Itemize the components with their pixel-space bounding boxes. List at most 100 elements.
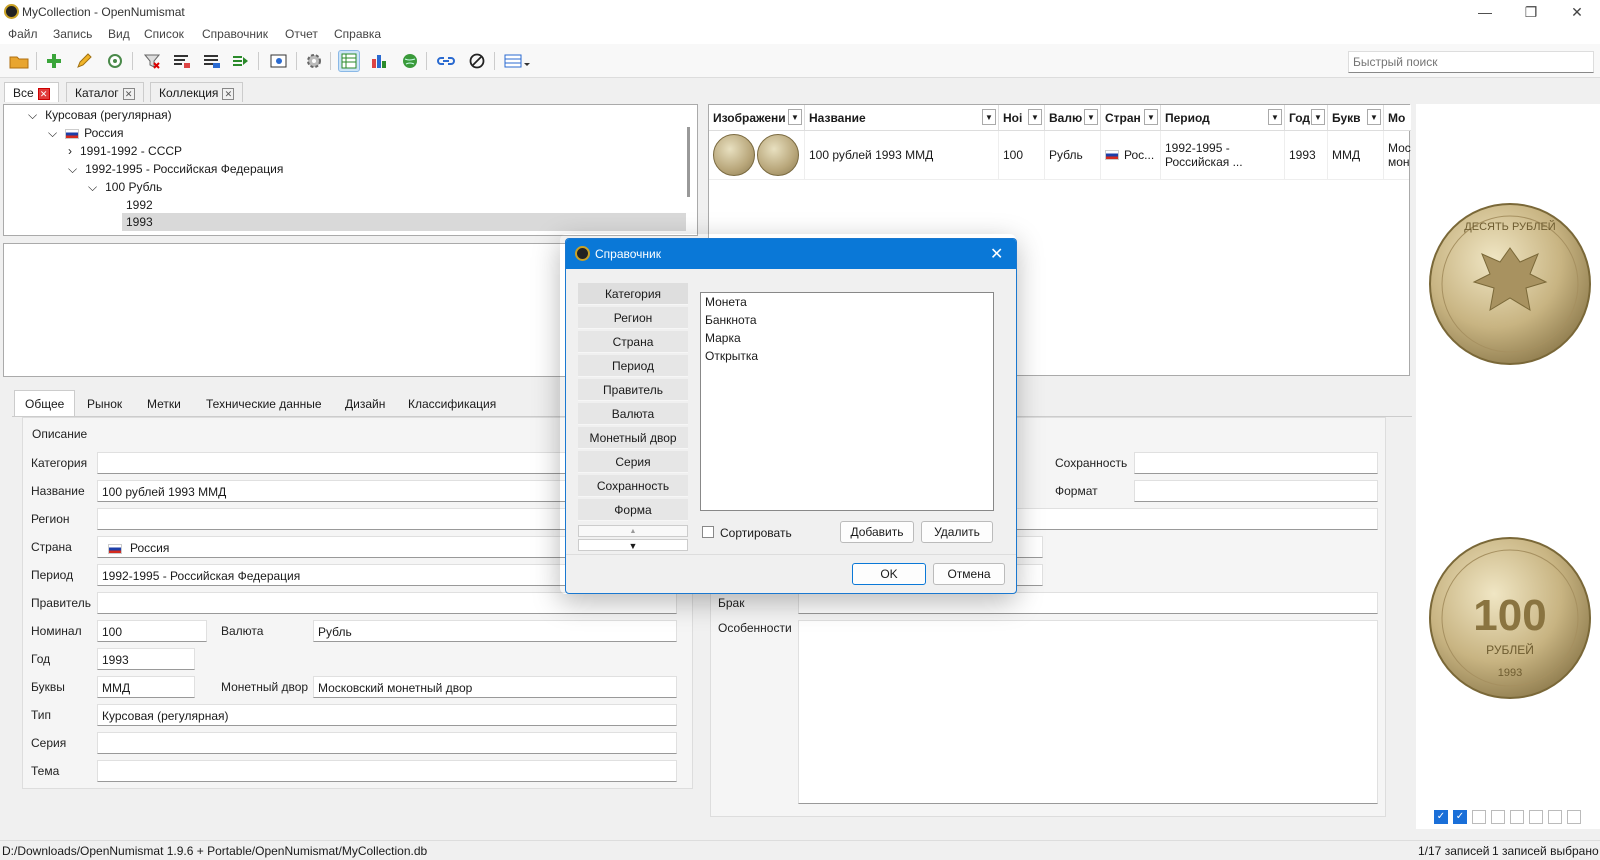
theme-field[interactable]	[97, 760, 677, 782]
coin-reverse-image[interactable]: 100 РУБЛЕЙ 1993	[1426, 534, 1594, 702]
tree-node-country[interactable]: ⌵ Россия	[48, 126, 123, 141]
tab-all[interactable]: Все ✕	[4, 82, 59, 102]
add-button[interactable]: Добавить	[840, 521, 914, 543]
chevron-down-icon[interactable]: ▼	[1367, 109, 1381, 125]
dialog-category-item[interactable]: Форма	[578, 499, 688, 521]
reference-items-list[interactable]: Монета Банкнота Марка Открытка	[700, 292, 994, 511]
table-cell-mint[interactable]: Мос мон	[1384, 131, 1411, 179]
menu-list[interactable]: Список	[144, 27, 184, 41]
columns-dropdown-icon[interactable]	[503, 50, 533, 72]
scroll-up-button[interactable]: ▲	[578, 525, 688, 537]
tree-node-year[interactable]: 1992	[126, 198, 153, 212]
image-checkbox[interactable]: ✓	[1453, 810, 1467, 824]
tab-technical[interactable]: Технические данные	[195, 390, 333, 416]
minimize-button[interactable]: —	[1462, 2, 1508, 22]
image-checkbox[interactable]: ✓	[1434, 810, 1448, 824]
close-icon[interactable]: ✕	[990, 244, 1003, 264]
tab-classification[interactable]: Классификация	[397, 390, 507, 416]
chevron-down-icon[interactable]: ▼	[1084, 109, 1098, 125]
chevron-down-icon[interactable]: ▼	[1268, 109, 1282, 125]
scroll-down-button[interactable]: ▼	[578, 539, 688, 551]
table-cell-value[interactable]: 100	[999, 131, 1045, 179]
chevron-down-icon[interactable]: ⌵	[28, 108, 37, 122]
table-cell-title[interactable]: 100 рублей 1993 ММД	[805, 131, 999, 179]
list-item[interactable]: Открытка	[701, 347, 993, 365]
sort-list-icon[interactable]	[171, 50, 193, 72]
menu-report[interactable]: Отчет	[285, 27, 318, 41]
grade-field[interactable]	[1134, 452, 1378, 474]
chevron-down-icon[interactable]: ⌵	[68, 162, 77, 176]
tree-node-value[interactable]: ⌵ 100 Рубль	[88, 180, 162, 195]
tab-tags[interactable]: Метки	[136, 390, 192, 416]
quick-search-input[interactable]	[1348, 51, 1594, 73]
chevron-down-icon[interactable]: ▼	[1144, 109, 1158, 125]
dialog-category-item[interactable]: Период	[578, 355, 688, 377]
close-tab-icon[interactable]: ✕	[122, 87, 135, 100]
globe-icon[interactable]	[399, 50, 421, 72]
no-sign-icon[interactable]	[466, 50, 488, 72]
column-header-currency[interactable]: Валю ▼	[1045, 105, 1101, 131]
image-checkbox[interactable]	[1510, 810, 1524, 824]
ruler-field[interactable]	[97, 592, 677, 614]
defect-field[interactable]	[798, 592, 1378, 614]
chevron-down-icon[interactable]: ▼	[1028, 109, 1042, 125]
export-icon[interactable]	[230, 50, 252, 72]
tab-general[interactable]: Общее	[14, 390, 76, 416]
column-header-year[interactable]: Год ▼	[1285, 105, 1328, 131]
table-cell-currency[interactable]: Рубль	[1045, 131, 1101, 179]
tree-scrollbar[interactable]	[687, 127, 690, 197]
tab-design[interactable]: Дизайн	[334, 390, 396, 416]
menu-reference[interactable]: Справочник	[202, 27, 268, 41]
format-field[interactable]	[1134, 480, 1378, 502]
menu-file[interactable]: Файл	[8, 27, 38, 41]
chevron-down-icon[interactable]: ▼	[982, 109, 996, 125]
table-cell-year[interactable]: 1993	[1285, 131, 1328, 179]
menu-help[interactable]: Справка	[334, 27, 381, 41]
tree-node-period[interactable]: › 1991-1992 - СССР	[68, 144, 182, 158]
dialog-category-item[interactable]: Страна	[578, 331, 688, 353]
maximize-button[interactable]: ❐	[1508, 2, 1554, 22]
coin-obverse-image[interactable]: ДЕСЯТЬ РУБЛЕЙ	[1426, 200, 1594, 368]
list-item[interactable]: Банкнота	[701, 311, 993, 329]
dialog-category-item[interactable]: Монетный двор	[578, 427, 688, 449]
denomination-field[interactable]: 100	[97, 620, 207, 642]
unnamed-field[interactable]	[1015, 536, 1043, 558]
table-view-icon[interactable]	[338, 50, 360, 72]
tree-node-period[interactable]: ⌵ 1992-1995 - Российская Федерация	[68, 162, 283, 177]
dialog-category-item[interactable]: Серия	[578, 451, 688, 473]
list-item[interactable]: Монета	[701, 293, 993, 311]
mint-field[interactable]: Московский монетный двор	[313, 676, 677, 698]
chevron-down-icon[interactable]: ⌵	[48, 126, 57, 140]
tree-node-type[interactable]: ⌵ Курсовая (регулярная)	[28, 108, 172, 123]
filter-clear-icon[interactable]	[141, 50, 163, 72]
column-header-mintmark[interactable]: Букв ▼	[1328, 105, 1384, 131]
table-cell-period[interactable]: 1992-1995 - Российская ...	[1161, 131, 1285, 179]
chevron-right-icon[interactable]: ›	[68, 144, 72, 158]
list-settings-icon[interactable]	[201, 50, 223, 72]
column-header-country[interactable]: Стран ▼	[1101, 105, 1161, 131]
cancel-button[interactable]: Отмена	[933, 563, 1005, 585]
chevron-down-icon[interactable]: ▼	[1311, 109, 1325, 125]
image-checkbox[interactable]	[1567, 810, 1581, 824]
list-item[interactable]: Марка	[701, 329, 993, 347]
image-checkbox[interactable]	[1529, 810, 1543, 824]
delete-button[interactable]: Удалить	[921, 521, 993, 543]
tab-collection[interactable]: Коллекция ✕	[150, 82, 244, 102]
open-folder-icon[interactable]	[8, 50, 30, 72]
clone-icon[interactable]	[104, 50, 126, 72]
chevron-down-icon[interactable]: ▼	[788, 109, 802, 125]
tree-node-year-selected[interactable]: 1993	[122, 213, 686, 231]
close-tab-icon[interactable]: ✕	[37, 87, 50, 100]
column-header-image[interactable]: Изображени ▼	[709, 105, 805, 131]
image-checkbox[interactable]	[1548, 810, 1562, 824]
close-tab-icon[interactable]: ✕	[222, 87, 235, 100]
chevron-down-icon[interactable]: ⌵	[88, 180, 97, 194]
currency-field[interactable]: Рубль	[313, 620, 677, 642]
ok-button[interactable]: OK	[852, 563, 926, 585]
add-icon[interactable]	[43, 50, 65, 72]
dialog-category-item[interactable]: Категория	[578, 283, 688, 305]
dialog-category-item[interactable]: Правитель	[578, 379, 688, 401]
column-header-period[interactable]: Период ▼	[1161, 105, 1285, 131]
dialog-category-item[interactable]: Регион	[578, 307, 688, 329]
dialog-category-item[interactable]: Сохранность	[578, 475, 688, 497]
